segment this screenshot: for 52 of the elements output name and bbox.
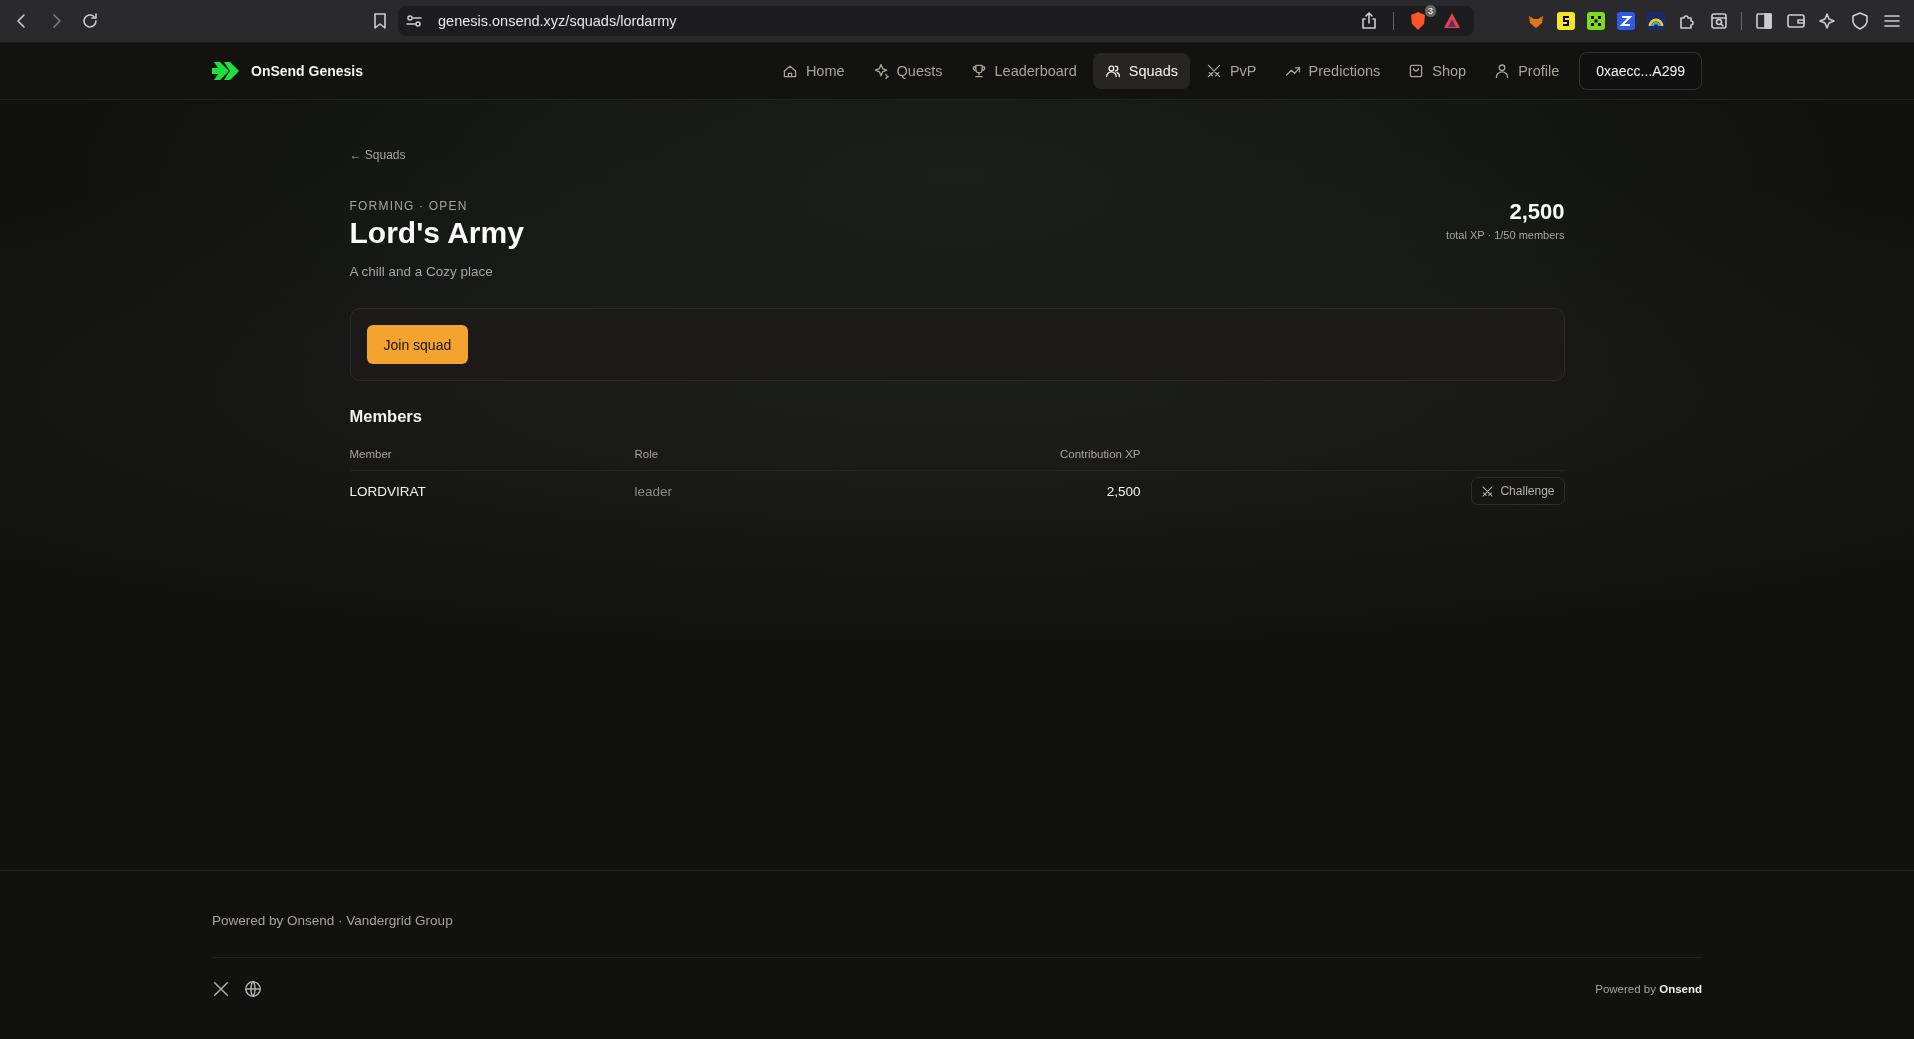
brand-name[interactable]: OnSend Genesis — [251, 63, 364, 79]
dice-extension-icon[interactable] — [1587, 12, 1605, 30]
contribution-xp: 2,500 — [1106, 483, 1141, 499]
crossed-swords-icon — [1481, 484, 1495, 498]
double-arrow-logo-icon — [212, 60, 242, 82]
sparkles-icon[interactable] — [1818, 11, 1838, 31]
nav-link[interactable]: PvP — [1193, 53, 1269, 89]
nav-link[interactable]: Shop — [1396, 53, 1479, 89]
shield-icon[interactable] — [1850, 11, 1870, 31]
home-icon — [781, 63, 798, 79]
sparkle-icon — [872, 63, 889, 79]
lion-shield-icon[interactable] — [1408, 11, 1428, 31]
window-search-icon[interactable] — [1709, 11, 1729, 31]
shopping-bag-icon — [1408, 63, 1425, 79]
users-icon — [1104, 63, 1121, 79]
nav-link[interactable]: Home — [769, 53, 857, 89]
column-header: Member — [349, 448, 392, 460]
sidebar-icon[interactable] — [1754, 11, 1774, 31]
powered-by-text: Powered by Onsend — [1595, 983, 1702, 995]
total-xp-value: 2,500 — [1508, 199, 1565, 225]
member-name: LORDVIRAT — [349, 483, 426, 499]
squad-name: Lord's Army — [349, 216, 524, 250]
trophy-icon — [970, 63, 987, 79]
nav-link[interactable]: Quests — [860, 53, 955, 89]
total-xp-caption: total XP · 1/50 members — [1446, 229, 1565, 241]
person-icon — [1494, 63, 1511, 79]
wallet-address-button[interactable]: 0xaecc...A299 — [1579, 52, 1702, 90]
join-squad-button[interactable]: Join squad — [366, 325, 469, 364]
section-heading: Members — [349, 407, 423, 426]
back-link[interactable]: ← Squads — [349, 148, 406, 162]
nav-link[interactable]: Predictions — [1272, 53, 1393, 89]
nav-link[interactable]: Profile — [1482, 53, 1572, 89]
x-logo-icon[interactable] — [212, 980, 230, 998]
squad-status: FORMING · OPEN — [349, 199, 469, 213]
wallet-icon[interactable] — [1786, 11, 1806, 31]
footer-text: Powered by Onsend · Vandergrid Group — [212, 871, 1702, 958]
z-extension-icon[interactable] — [1617, 12, 1635, 30]
share-icon[interactable] — [1359, 11, 1379, 31]
crossed-swords-icon — [1205, 63, 1222, 79]
rainbow-extension-icon[interactable] — [1647, 12, 1665, 30]
triangle-icon[interactable] — [1442, 11, 1462, 31]
globe-icon[interactable] — [244, 980, 262, 998]
squad-description: A chill and a Cozy place — [349, 264, 494, 279]
nav-link[interactable]: Squads — [1092, 53, 1190, 89]
column-header: Contribution XP — [1059, 448, 1141, 460]
reload-icon[interactable] — [80, 11, 100, 31]
notification-count: 3 — [1425, 5, 1436, 17]
member-role: leader — [634, 483, 673, 499]
challenge-button[interactable]: Challenge — [1471, 477, 1565, 505]
address-bar-url[interactable]: genesis.onsend.xyz/squads/lordarmy — [438, 13, 1345, 29]
column-header: Role — [634, 448, 659, 460]
nav-link[interactable]: Leaderboard — [958, 53, 1089, 89]
